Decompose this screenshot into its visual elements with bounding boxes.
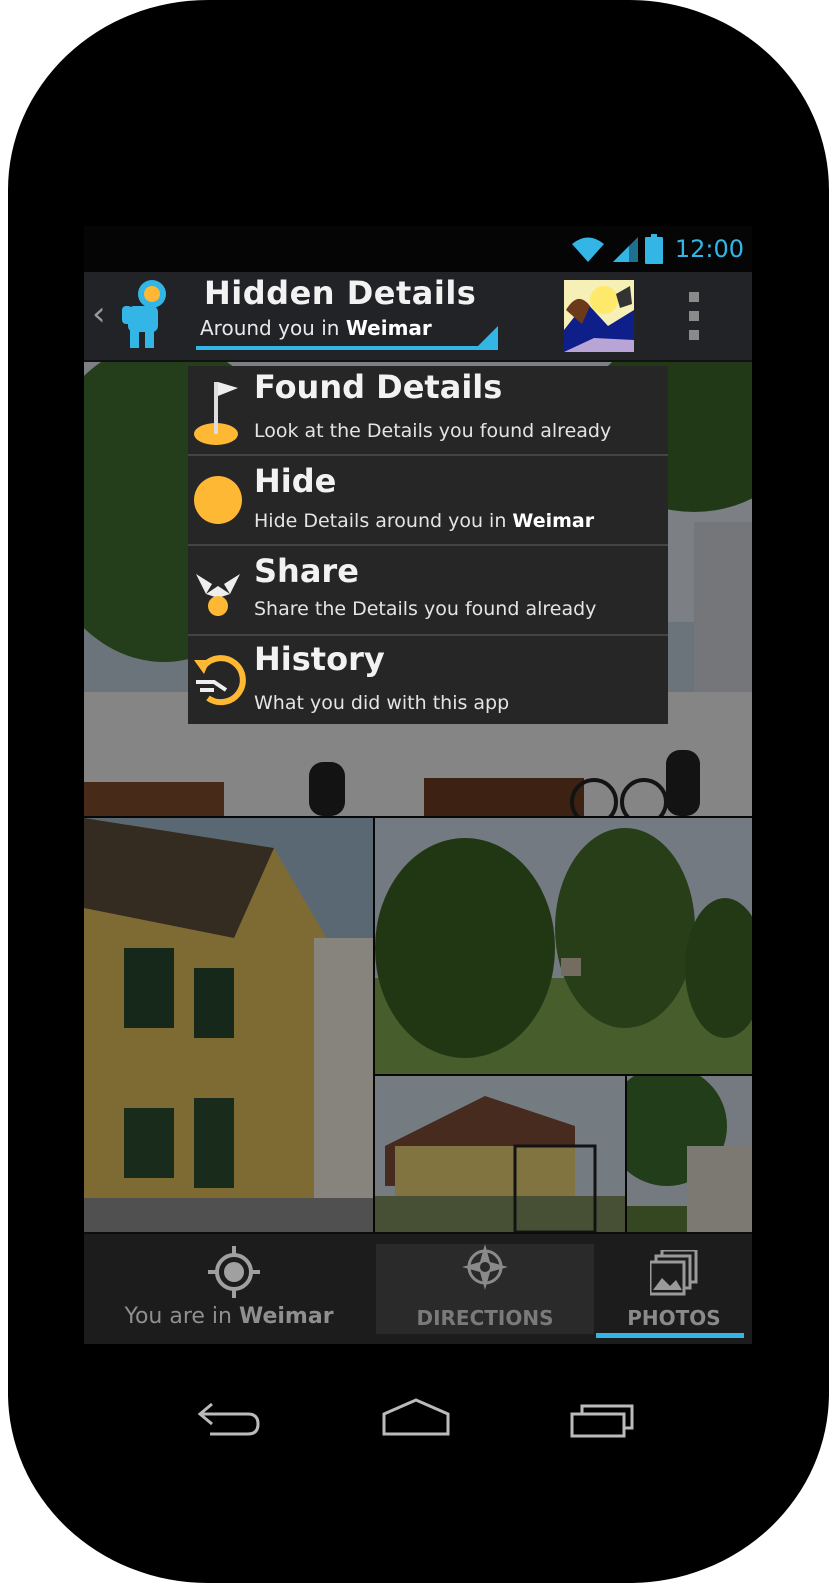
signal-icon xyxy=(612,237,638,262)
spinner-underline xyxy=(196,346,498,350)
tab-directions-label: DIRECTIONS xyxy=(416,1306,554,1330)
detail-thumbnail[interactable] xyxy=(564,280,634,352)
menu-item-subtitle: Look at the Details you found already xyxy=(254,420,611,442)
menu-item-subtitle: What you did with this app xyxy=(254,692,509,714)
app-logo-icon[interactable] xyxy=(118,276,174,352)
menu-item-title: Found Details xyxy=(254,368,503,406)
photo-yellow-house[interactable] xyxy=(84,818,373,1232)
spinner-triangle-icon xyxy=(476,326,498,348)
wifi-icon xyxy=(571,237,604,262)
bottom-tab-bar: You are in Weimar DIRECTIONS PHOTOS xyxy=(84,1234,752,1344)
menu-item-subtitle-text: What you did with this app xyxy=(254,692,510,714)
menu-item-title: History xyxy=(254,640,385,678)
location-spinner-prefix: Around you in xyxy=(200,316,346,340)
recent-apps-button-icon[interactable] xyxy=(568,1402,638,1440)
action-bar: ‹ Hidden Details Around you in Weimar xyxy=(84,272,752,362)
location-spinner[interactable]: Around you in Weimar xyxy=(200,316,432,340)
history-icon xyxy=(194,655,246,706)
photo-park[interactable] xyxy=(375,818,752,1074)
back-button-icon[interactable] xyxy=(196,1398,262,1438)
photo-ivy-ruin[interactable] xyxy=(627,1076,752,1232)
dropdown-menu: Found Details Look at the Details you fo… xyxy=(188,366,668,724)
menu-item-subtitle-text: Share the Details you found already xyxy=(254,598,597,620)
menu-item-hide[interactable]: Hide Hide Details around you in Weimar xyxy=(188,456,668,546)
up-chevron-icon[interactable]: ‹ xyxy=(92,294,106,334)
menu-item-subtitle-city: Weimar xyxy=(512,510,595,532)
screen: 12:00 ‹ Hidden Details Around you in Wei… xyxy=(84,226,752,1344)
status-bar: 12:00 xyxy=(84,226,752,272)
compass-icon xyxy=(462,1244,508,1290)
location-spinner-city: Weimar xyxy=(345,316,432,340)
battery-icon xyxy=(644,234,663,264)
overflow-menu-icon[interactable] xyxy=(684,292,704,340)
share-nodes-icon xyxy=(196,574,240,616)
tab-directions[interactable]: DIRECTIONS xyxy=(376,1244,594,1334)
flag-pin-icon xyxy=(194,382,238,445)
tab-location-city: Weimar xyxy=(238,1304,334,1329)
menu-item-found-details[interactable]: Found Details Look at the Details you fo… xyxy=(188,366,668,456)
tab-location[interactable]: You are in Weimar xyxy=(84,1234,374,1344)
menu-item-subtitle: Hide Details around you in Weimar xyxy=(254,510,594,532)
tab-location-prefix: You are in xyxy=(124,1304,239,1329)
photos-icon xyxy=(650,1250,698,1296)
menu-item-subtitle: Share the Details you found already xyxy=(254,598,596,620)
menu-item-share[interactable]: Share Share the Details you found alread… xyxy=(188,546,668,636)
home-button-icon[interactable] xyxy=(380,1396,452,1438)
crosshair-icon xyxy=(208,1246,260,1298)
tab-selected-indicator xyxy=(596,1333,744,1338)
menu-item-title: Hide xyxy=(254,462,337,500)
menu-item-subtitle-text: Look at the Details you found already xyxy=(254,420,612,442)
tab-photos[interactable]: PHOTOS xyxy=(596,1234,752,1344)
tab-location-label: You are in Weimar xyxy=(84,1304,374,1329)
photo-cottage[interactable] xyxy=(375,1076,625,1232)
menu-item-history[interactable]: History What you did with this app xyxy=(188,636,668,724)
menu-item-title: Share xyxy=(254,552,359,590)
status-clock: 12:00 xyxy=(674,235,744,263)
app-title: Hidden Details xyxy=(204,274,477,312)
yellow-dot-icon xyxy=(194,476,242,524)
menu-item-subtitle-text: Hide Details around you in xyxy=(254,510,513,532)
tab-photos-label: PHOTOS xyxy=(627,1306,721,1330)
